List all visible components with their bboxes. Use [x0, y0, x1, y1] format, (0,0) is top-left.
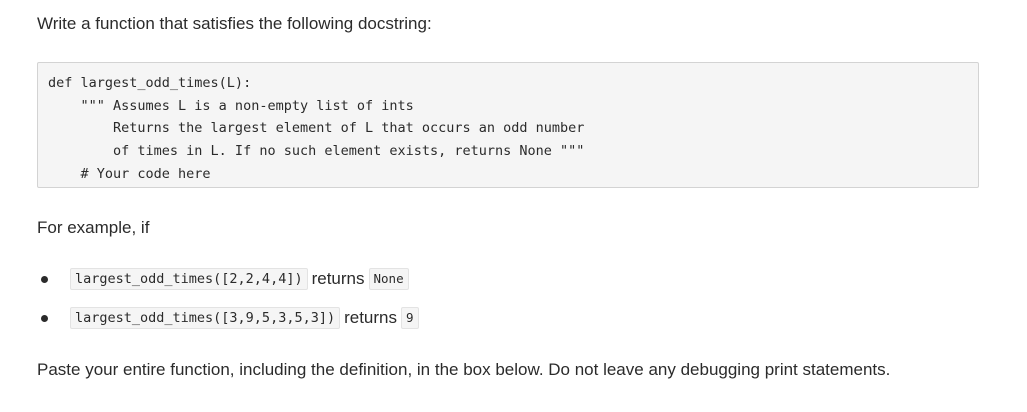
instruction-text: Write a function that satisfies the foll…: [37, 14, 432, 33]
code-line-comment: # Your code here: [48, 165, 211, 182]
returns-text: returns: [311, 269, 365, 288]
bullet-icon: [41, 276, 48, 283]
code-line-docstring-end: of times in L. If no such element exists…: [48, 143, 585, 160]
example-result-code: 9: [401, 307, 419, 329]
example-list: largest_odd_times([2,2,4,4]) returns Non…: [37, 265, 977, 343]
returns-text: returns: [344, 308, 398, 327]
example-intro: For example, if: [37, 218, 150, 237]
example-call-code: largest_odd_times([3,9,5,3,5,3]): [70, 307, 341, 329]
docstring-code-block: def largest_odd_times(L): """ Assumes L …: [37, 62, 979, 188]
bullet-icon: [41, 315, 48, 322]
example-item: largest_odd_times([2,2,4,4]) returns Non…: [37, 265, 977, 293]
code-line-def: def largest_odd_times(L):: [48, 75, 252, 91]
example-result-code: None: [368, 268, 409, 290]
submission-instructions: Paste your entire function, including th…: [37, 360, 891, 379]
code-line-docstring-returns: Returns the largest element of L that oc…: [48, 120, 585, 137]
example-item: largest_odd_times([3,9,5,3,5,3]) returns…: [37, 304, 977, 332]
example-call-code: largest_odd_times([2,2,4,4]): [70, 268, 308, 290]
code-line-docstring-start: """ Assumes L is a non-empty list of int…: [48, 97, 414, 114]
